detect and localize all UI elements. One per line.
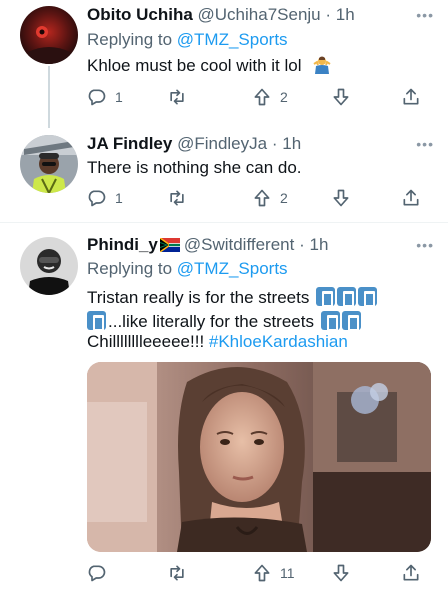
display-name[interactable]: Phindi_y (87, 235, 158, 254)
timestamp[interactable]: 1h (282, 134, 301, 153)
more-options-icon[interactable]: ••• (416, 137, 434, 151)
share-icon (403, 88, 419, 105)
litter-in-bin-icon (341, 311, 361, 331)
south-africa-flag-icon (159, 236, 180, 258)
user-handle[interactable]: @Uchiha7Senju (198, 5, 321, 24)
litter-in-bin-icon (316, 287, 336, 307)
arrow-down-icon (333, 88, 349, 106)
reply-icon (88, 89, 106, 106)
upvote-count: 2 (280, 89, 288, 105)
tweet-text: Khloe must be cool with it lol (87, 54, 332, 82)
tweet-text-content: Tristan really is for the streets (87, 288, 310, 307)
user-handle[interactable]: @FindleyJa (177, 134, 267, 153)
replying-to: Replying to @TMZ_Sports (87, 29, 288, 51)
reply-button[interactable]: 1 (87, 85, 123, 109)
tweet-text-content: Chilllllllleeeee!!! (87, 332, 209, 351)
litter-in-bin-icon (320, 311, 340, 331)
litter-in-bin-icon (358, 287, 378, 307)
retweet-icon (170, 89, 184, 105)
retweet-icon (170, 190, 184, 206)
tweet-actions: 1 2 (87, 186, 427, 210)
reply-count: 1 (115, 190, 123, 206)
replying-to-label: Replying to (87, 259, 177, 278)
reply-button[interactable]: 1 (87, 186, 123, 210)
mention-link[interactable]: @TMZ_Sports (177, 30, 288, 49)
reply-icon (88, 565, 106, 582)
arrow-up-icon (254, 88, 270, 106)
upvote-button[interactable]: 2 (252, 186, 288, 210)
share-button[interactable] (401, 561, 421, 585)
arrow-up-icon (254, 189, 270, 207)
avatar[interactable] (20, 237, 78, 295)
separator-dot: · (299, 235, 305, 254)
downvote-button[interactable] (331, 85, 351, 109)
retweet-button[interactable] (167, 561, 195, 585)
upvote-count: 2 (280, 190, 288, 206)
display-name[interactable]: Obito Uchiha (87, 5, 193, 24)
replying-to-label: Replying to (87, 30, 177, 49)
upvote-button[interactable]: 11 (252, 561, 295, 585)
tweet-text: There is nothing she can do. (87, 158, 302, 177)
thread-line (48, 66, 50, 128)
separator-dot: · (271, 134, 278, 153)
downvote-button[interactable] (331, 186, 351, 210)
arrow-down-icon (333, 564, 349, 582)
arrow-down-icon (333, 189, 349, 207)
avatar[interactable] (20, 6, 78, 64)
reply-icon (88, 190, 106, 207)
user-handle[interactable]: @Switdifferent (184, 235, 295, 254)
tweet-header: JA Findley @FindleyJa · 1h (87, 133, 301, 155)
mention-link[interactable]: @TMZ_Sports (177, 259, 288, 278)
avatar[interactable] (20, 135, 78, 193)
tweet-1[interactable]: Obito Uchiha @Uchiha7Senju · 1h ••• Repl… (0, 0, 448, 128)
tweet-text-line-3: Chilllllllleeeee!!! #KhloeKardashian (87, 330, 348, 354)
hashtag-link[interactable]: #KhloeKardashian (209, 332, 348, 351)
tweet-media-image[interactable] (87, 362, 431, 552)
litter-in-bin-icon (337, 287, 357, 307)
share-icon (403, 564, 419, 581)
more-options-icon[interactable]: ••• (416, 238, 434, 252)
display-name[interactable]: JA Findley (87, 134, 172, 153)
tweet-header: Phindi_y @Switdifferent · 1h (87, 234, 328, 258)
tweet-2[interactable]: JA Findley @FindleyJa · 1h ••• There is … (0, 128, 448, 222)
timestamp[interactable]: 1h (310, 235, 329, 254)
upvote-count: 11 (280, 565, 295, 581)
tweet-text-content: Khloe must be cool with it lol (87, 56, 302, 75)
share-icon (403, 189, 419, 206)
tweet-text-content: ...like literally for the streets (108, 312, 314, 331)
retweet-button[interactable] (167, 186, 195, 210)
tweet-actions: 1 2 (87, 85, 427, 109)
reply-count: 1 (115, 89, 123, 105)
share-button[interactable] (401, 186, 421, 210)
person-shrugging-icon (312, 55, 332, 82)
replying-to: Replying to @TMZ_Sports (87, 258, 288, 280)
tweet-text-line-1: Tristan really is for the streets (87, 286, 379, 310)
litter-in-bin-icon (87, 311, 106, 331)
retweet-icon (170, 565, 184, 581)
separator-dot: · (325, 5, 332, 24)
reply-button[interactable] (87, 561, 115, 585)
tweet-actions: 11 (87, 561, 427, 585)
upvote-button[interactable]: 2 (252, 85, 288, 109)
downvote-button[interactable] (331, 561, 351, 585)
more-options-icon[interactable]: ••• (416, 8, 434, 22)
arrow-up-icon (254, 564, 270, 582)
retweet-button[interactable] (167, 85, 195, 109)
share-button[interactable] (401, 85, 421, 109)
tweet-header: Obito Uchiha @Uchiha7Senju · 1h (87, 4, 355, 26)
timestamp[interactable]: 1h (336, 5, 355, 24)
